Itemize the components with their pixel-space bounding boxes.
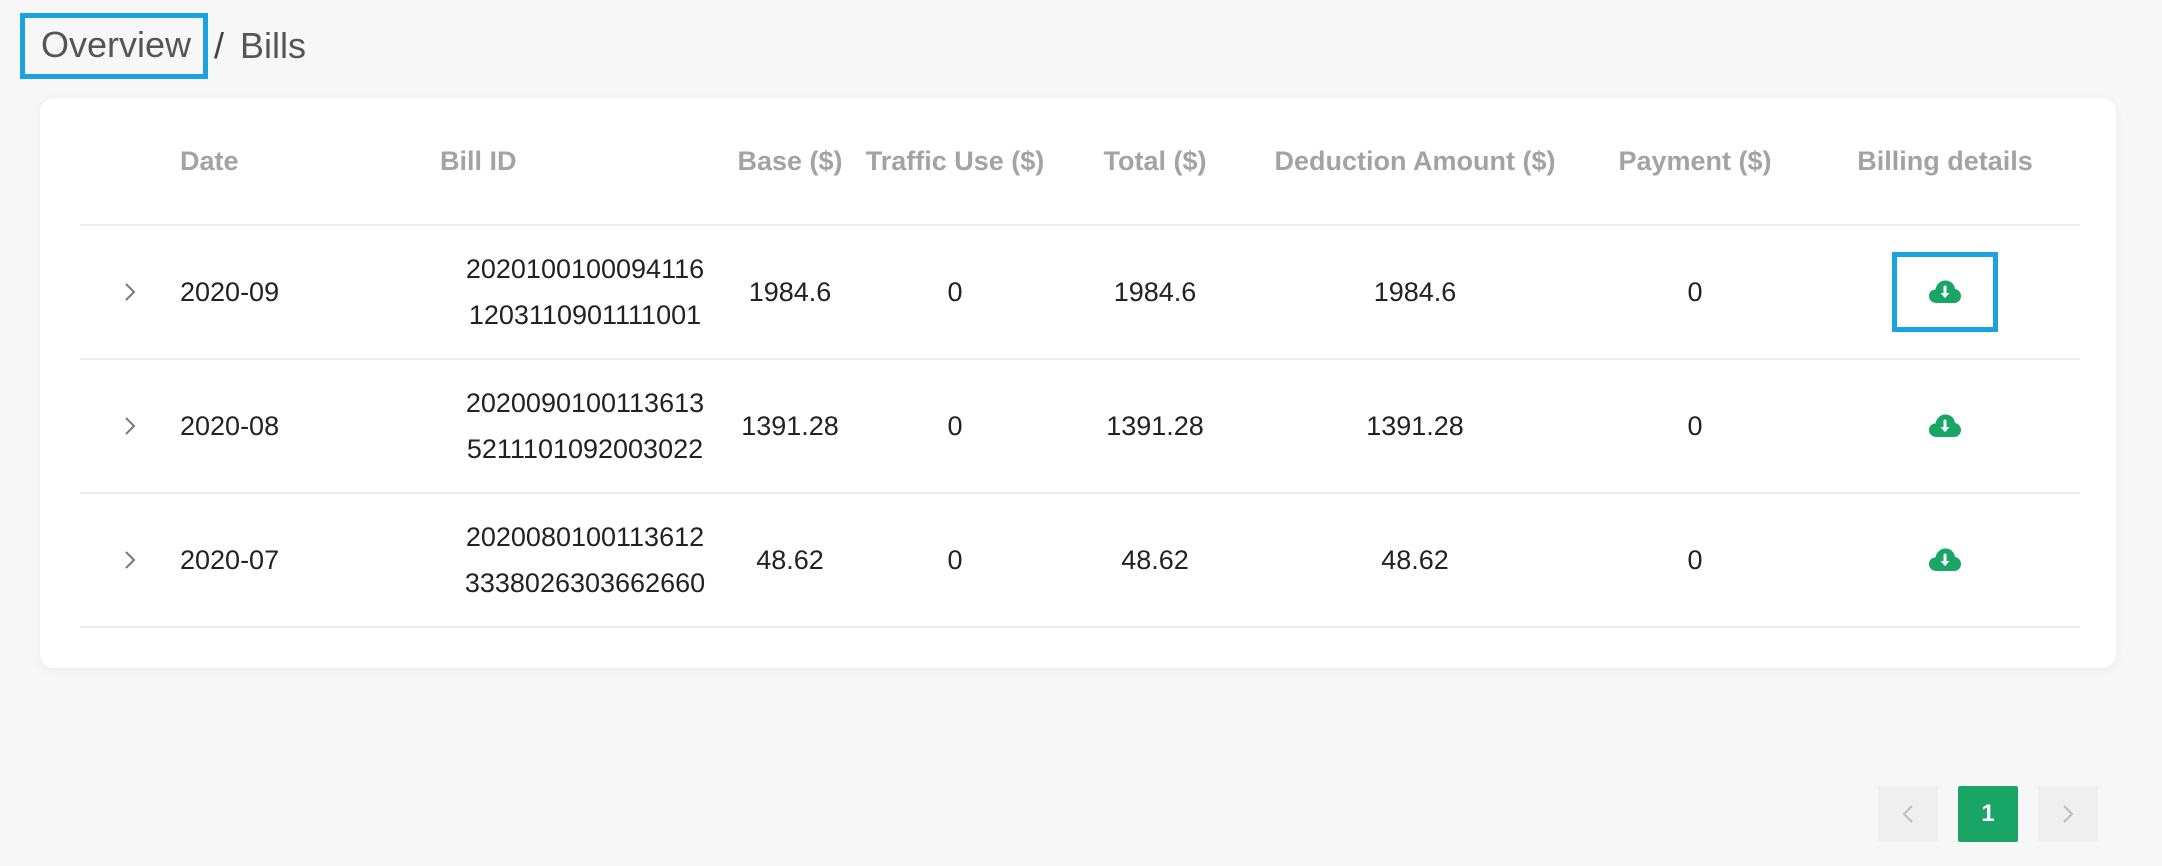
expand-row-button[interactable] [110,540,150,580]
header-date: Date [180,98,440,226]
expand-cell [80,359,180,494]
header-billing-details: Billing details [1810,98,2080,226]
table-header-row: Date Bill ID Base ($) Traffic Use ($) To… [80,98,2080,226]
billing-details-cell [1810,225,2080,360]
payment-cell: 0 [1580,225,1810,360]
bills-card: Date Bill ID Base ($) Traffic Use ($) To… [40,98,2116,668]
billing-details-cell [1810,359,2080,494]
expand-row-button[interactable] [110,272,150,312]
billing-details-cell [1810,493,2080,628]
total-cell: 48.62 [1060,493,1250,628]
header-total: Total ($) [1060,98,1250,226]
expand-cell [80,493,180,628]
expand-cell [80,225,180,360]
payment-cell: 0 [1580,493,1810,628]
table-row: 2020-07 2020080100113612 333802630366266… [80,493,2080,628]
bill-id-line1: 2020080100113612 [465,522,705,552]
deduction-cell: 1984.6 [1250,225,1580,360]
table-row: 2020-08 2020090100113613 521110109200302… [80,359,2080,494]
header-traffic-use: Traffic Use ($) [850,98,1060,226]
expand-row-button[interactable] [110,406,150,446]
next-page-button[interactable] [2038,786,2098,842]
table-row: 2020-09 2020100100094116 120311090111100… [80,225,2080,360]
page-number-button[interactable]: 1 [1958,786,2018,842]
traffic-cell: 0 [850,493,1060,628]
bills-page: Overview / Bills Date Bill ID Base ($) T… [0,0,2162,866]
deduction-cell: 48.62 [1250,493,1580,628]
cloud-download-icon [1929,280,1961,303]
header-deduction-amount: Deduction Amount ($) [1250,98,1580,226]
prev-page-button[interactable] [1878,786,1938,842]
pagination: 1 [1878,786,2098,842]
date-cell: 2020-09 [180,225,440,360]
bill-id-cell: 2020080100113612 3338026303662660 [440,493,730,628]
header-base: Base ($) [730,98,850,226]
download-bill-button[interactable] [1892,520,1998,600]
traffic-cell: 0 [850,225,1060,360]
date-cell: 2020-08 [180,359,440,494]
chevron-right-icon [125,417,136,435]
download-bill-button[interactable] [1892,386,1998,466]
date-cell: 2020-07 [180,493,440,628]
traffic-cell: 0 [850,359,1060,494]
base-cell: 1391.28 [730,359,850,494]
breadcrumb-separator: / [214,25,225,66]
base-cell: 48.62 [730,493,850,628]
bill-id-line2: 5211101092003022 [466,434,704,464]
deduction-cell: 1391.28 [1250,359,1580,494]
header-bill-id: Bill ID [440,98,730,226]
cloud-download-icon [1929,548,1961,571]
breadcrumb-overview-link[interactable]: Overview [20,13,209,79]
payment-cell: 0 [1580,359,1810,494]
chevron-right-icon [2063,805,2074,823]
bill-id-line2: 1203110901111001 [468,300,702,330]
bill-id-line1: 2020090100113613 [465,388,705,418]
bill-id-line1: 2020100100094116 [465,254,705,284]
download-bill-button[interactable] [1892,252,1998,332]
cloud-download-icon [1929,414,1961,437]
bills-table: Date Bill ID Base ($) Traffic Use ($) To… [80,98,2080,628]
chevron-right-icon [125,551,136,569]
header-payment: Payment ($) [1580,98,1810,226]
total-cell: 1391.28 [1060,359,1250,494]
total-cell: 1984.6 [1060,225,1250,360]
chevron-left-icon [1902,805,1913,823]
bill-id-cell: 2020090100113613 5211101092003022 [440,359,730,494]
header-expand [80,98,180,226]
chevron-right-icon [125,283,136,301]
breadcrumb: Overview / Bills [20,12,306,80]
bill-id-line2: 3338026303662660 [464,568,706,598]
breadcrumb-current: Bills [240,25,307,66]
base-cell: 1984.6 [730,225,850,360]
bill-id-cell: 2020100100094116 1203110901111001 [440,225,730,360]
